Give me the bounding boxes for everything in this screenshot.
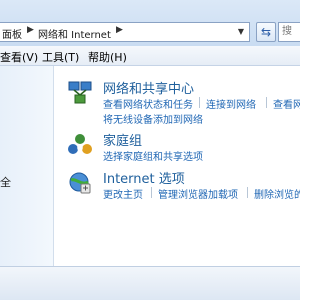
menu-view[interactable]: 查看(V) [0, 49, 38, 65]
breadcrumb-arrow-icon[interactable]: ▶ [27, 25, 34, 35]
refresh-button[interactable]: ⇆ [256, 22, 276, 42]
category-title[interactable]: Internet 选项 [103, 168, 185, 187]
menu-tools[interactable]: 工具(T) [42, 49, 79, 65]
link-view-network[interactable]: 查看网 [273, 96, 300, 111]
address-toolbar: 面板 ▶ 网络和 Internet ▶ ▼ ⇆ 搜 [0, 0, 300, 46]
status-bar [0, 266, 300, 300]
left-pane-item[interactable]: 全 [0, 174, 11, 190]
link-separator [199, 97, 200, 108]
category-title[interactable]: 网络和共享中心 [103, 78, 194, 97]
address-dropdown-icon[interactable]: ▼ [234, 25, 248, 39]
breadcrumb-control-panel[interactable]: 面板 [2, 26, 22, 41]
breadcrumb-network-internet[interactable]: 网络和 Internet [38, 26, 111, 41]
link-connect-to-network[interactable]: 连接到网络 [206, 96, 256, 111]
breadcrumb-arrow-icon[interactable]: ▶ [116, 25, 123, 35]
category-list: 网络和共享中心 查看网络状态和任务 连接到网络 查看网 将无线设备添加到网络 家… [55, 66, 300, 266]
address-bar[interactable]: 面板 ▶ 网络和 Internet ▶ ▼ [0, 22, 250, 42]
search-input[interactable]: 搜 [278, 22, 300, 42]
network-sharing-icon[interactable] [67, 80, 93, 106]
link-homegroup-options[interactable]: 选择家庭组和共享选项 [103, 148, 203, 163]
explorer-window: 面板 ▶ 网络和 Internet ▶ ▼ ⇆ 搜 查看(V) 工具(T) 帮助… [0, 0, 300, 300]
left-navigation-pane: 全 [0, 66, 54, 266]
link-separator [247, 187, 248, 198]
menu-bar: 查看(V) 工具(T) 帮助(H) [0, 46, 300, 66]
category-title[interactable]: 家庭组 [103, 130, 142, 149]
link-separator [151, 187, 152, 198]
link-delete-browsing-history[interactable]: 删除浏览的 [254, 186, 300, 201]
link-add-wireless-device[interactable]: 将无线设备添加到网络 [103, 111, 203, 126]
link-separator [266, 97, 267, 108]
internet-options-icon[interactable] [67, 170, 93, 196]
menu-help[interactable]: 帮助(H) [88, 49, 127, 65]
link-view-network-status[interactable]: 查看网络状态和任务 [103, 96, 193, 111]
homegroup-icon[interactable] [67, 132, 93, 158]
link-change-home-page[interactable]: 更改主页 [103, 186, 143, 201]
link-manage-add-ons[interactable]: 管理浏览器加载项 [158, 186, 238, 201]
refresh-icon: ⇆ [260, 25, 272, 39]
